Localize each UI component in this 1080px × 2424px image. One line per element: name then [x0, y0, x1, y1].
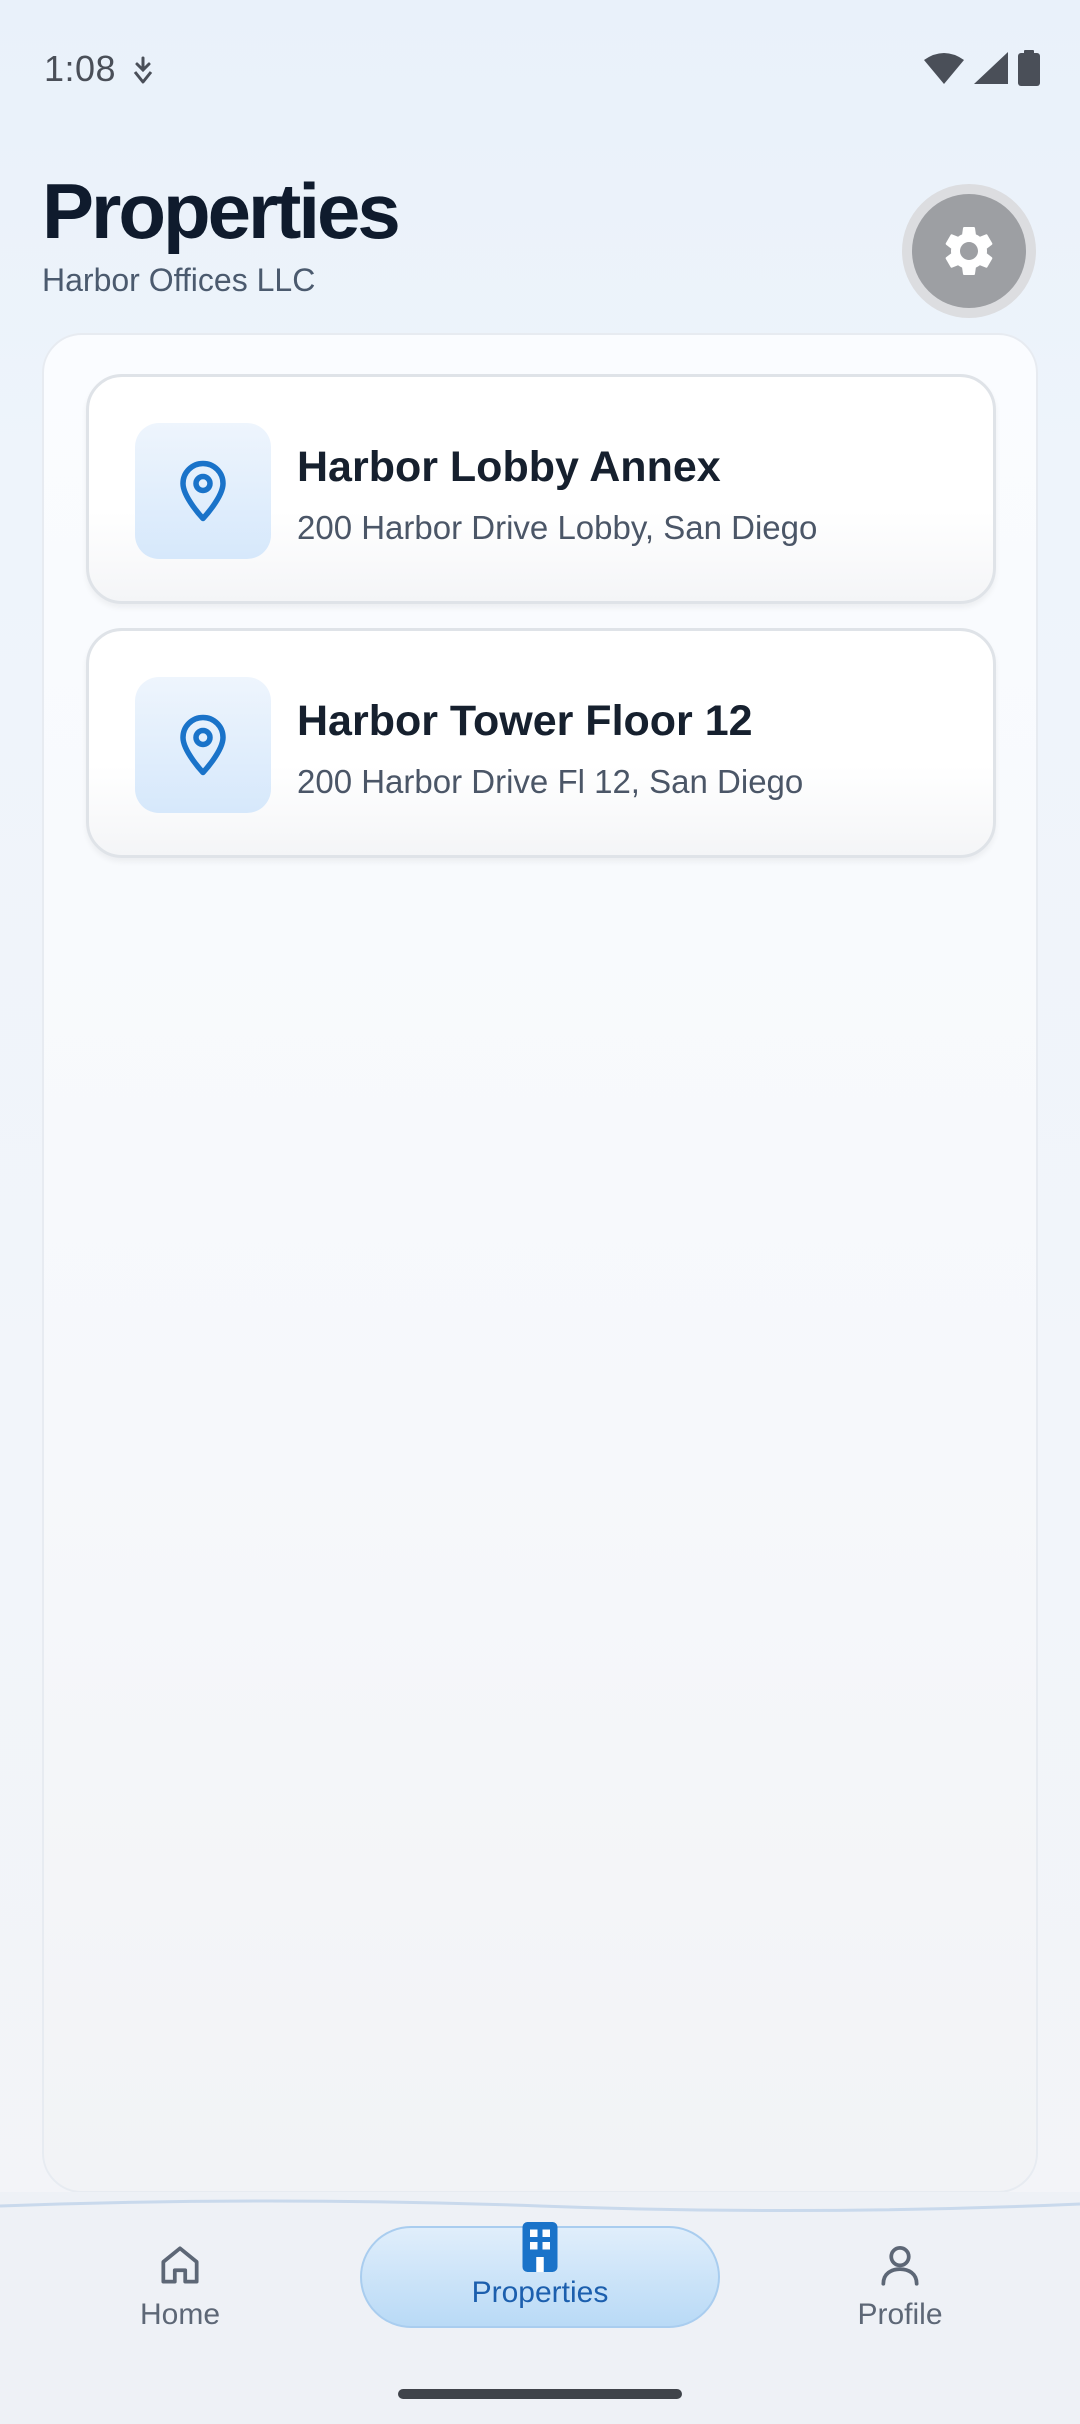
- property-address: 200 Harbor Drive Fl 12, San Diego: [297, 763, 804, 800]
- nav-home[interactable]: Home: [100, 2222, 260, 2362]
- status-icons: [924, 50, 1040, 86]
- page-subtitle: Harbor Offices LLC: [42, 262, 316, 298]
- page-title: Properties: [42, 167, 401, 255]
- property-address: 200 Harbor Drive Lobby, San Diego: [297, 509, 818, 546]
- location-pin-icon: [180, 460, 226, 522]
- property-name: Harbor Tower Floor 12: [297, 697, 753, 745]
- home-icon: [161, 2246, 199, 2284]
- property-card[interactable]: Harbor Lobby Annex 200 Harbor Drive Lobb…: [86, 374, 996, 604]
- property-name: Harbor Lobby Annex: [297, 443, 721, 491]
- property-card[interactable]: Harbor Tower Floor 12 200 Harbor Drive F…: [86, 628, 996, 858]
- data-saver-icon: [133, 56, 153, 84]
- location-pin-icon: [180, 714, 226, 776]
- nav-properties[interactable]: Properties: [360, 2222, 720, 2328]
- nav-home-label: Home: [139, 2298, 221, 2331]
- property-list-panel: Harbor Lobby Annex 200 Harbor Drive Lobb…: [42, 333, 1038, 2193]
- person-icon: [881, 2246, 919, 2286]
- battery-icon: [1018, 50, 1040, 86]
- gear-icon: [945, 227, 993, 275]
- signal-icon: [974, 52, 1008, 84]
- settings-button-face: [912, 194, 1026, 308]
- status-time: 1:08: [44, 48, 117, 89]
- gesture-home-indicator[interactable]: [398, 2389, 682, 2399]
- nav-profile-label: Profile: [857, 2298, 943, 2331]
- nav-profile[interactable]: Profile: [820, 2222, 980, 2362]
- status-bar: 1:08: [0, 0, 1080, 140]
- property-icon-tile: [135, 423, 271, 559]
- nav-properties-label: Properties: [471, 2276, 609, 2309]
- nav-divider: [0, 2199, 1080, 2213]
- building-icon: [522, 2222, 558, 2272]
- wifi-icon: [924, 53, 964, 84]
- property-icon-tile: [135, 677, 271, 813]
- settings-button[interactable]: [902, 184, 1036, 318]
